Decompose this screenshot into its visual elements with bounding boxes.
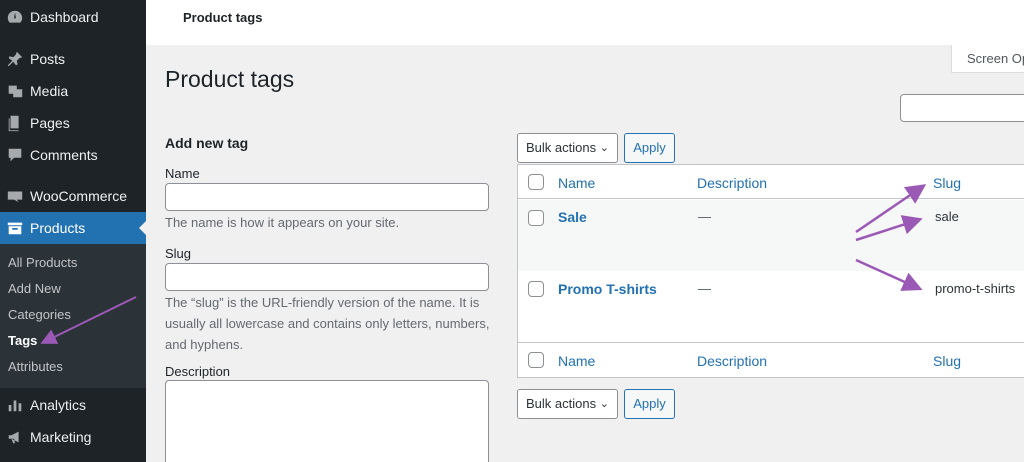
menu-label: Comments [30,147,98,163]
table-row: Promo T-shirts — promo-t-shirts [518,271,1024,343]
name-input[interactable] [165,183,489,211]
apply-button-bottom[interactable]: Apply [624,389,675,419]
menu-item-comments[interactable]: Comments [0,139,146,171]
add-tag-heading: Add new tag [165,135,249,151]
description-textarea[interactable] [165,380,489,462]
description-label: Description [165,364,231,379]
table-footer-row: Name Description Slug [518,344,1024,378]
tag-slug: sale [935,209,959,224]
bulk-actions-label: Bulk actions [526,140,597,155]
page-title: Product tags [165,66,295,92]
bulk-actions-label: Bulk actions [526,396,597,411]
megaphone-icon [0,428,30,446]
tag-description: — [698,209,711,224]
products-submenu: All Products Add New Categories Tags Att… [0,244,146,388]
name-label: Name [165,166,200,181]
tag-name-link[interactable]: Promo T-shirts [558,281,657,297]
menu-item-dashboard[interactable]: Dashboard [0,1,146,33]
bulk-actions-select-top[interactable]: Bulk actions ⌄ [517,133,618,163]
bulk-actions-select-bottom[interactable]: Bulk actions ⌄ [517,389,618,419]
tag-description: — [698,281,711,296]
menu-item-pages[interactable]: Pages [0,107,146,139]
pages-icon [0,114,30,132]
slug-input[interactable] [165,263,489,291]
menu-item-marketing[interactable]: Marketing [0,421,146,453]
apply-button-top[interactable]: Apply [624,133,675,163]
table-row: Sale — sale [518,200,1024,271]
column-header-description[interactable]: Description [697,175,767,191]
table-header-row: Name Description Slug [518,165,1024,199]
name-help-text: The name is how it appears on your site. [165,215,400,230]
menu-item-woocommerce[interactable]: WooCommerce [0,180,146,212]
dashboard-icon [0,8,30,26]
column-footer-description[interactable]: Description [697,353,767,369]
menu-label: Pages [30,115,70,131]
woocommerce-icon [0,187,30,205]
menu-label: Analytics [30,397,87,413]
menu-label: Dashboard [30,9,99,25]
menu-label: Posts [30,51,66,67]
menu-item-products[interactable]: Products [0,212,146,244]
top-bar: Product tags [146,0,1024,45]
slug-help-text: The “slug” is the URL-friendly version o… [165,295,490,352]
menu-label: WooCommerce [30,188,127,204]
slug-label: Slug [165,246,192,261]
media-icon [0,82,30,100]
row-checkbox[interactable] [528,281,544,297]
menu-label: Media [30,83,69,99]
menu-item-posts[interactable]: Posts [0,43,146,75]
submenu-add-new[interactable]: Add New [8,279,61,299]
row-checkbox[interactable] [528,210,544,226]
screen-options-button[interactable]: Screen Options [951,45,1024,73]
submenu-categories[interactable]: Categories [8,305,71,325]
tag-slug: promo-t-shirts [935,281,1016,296]
pin-icon [0,50,30,68]
menu-label: Products [30,220,86,236]
tags-table: Name Description Slug Sale — sale Promo … [517,164,1024,378]
menu-item-media[interactable]: Media [0,75,146,107]
column-header-name[interactable]: Name [558,175,595,191]
column-footer-slug[interactable]: Slug [933,353,961,369]
column-header-slug[interactable]: Slug [933,175,961,191]
select-all-checkbox[interactable] [528,174,544,190]
submenu-all-products[interactable]: All Products [8,253,77,273]
tag-name-link[interactable]: Sale [558,209,587,225]
select-all-checkbox-footer[interactable] [528,352,544,368]
analytics-icon [0,396,30,414]
products-icon [0,219,30,237]
submenu-attributes[interactable]: Attributes [8,357,63,377]
chevron-down-icon: ⌄ [599,398,609,410]
column-footer-name[interactable]: Name [558,353,595,369]
topbar-title: Product tags [183,10,263,25]
admin-sidebar: Dashboard Posts Media Pages Comments Woo… [0,0,146,462]
menu-item-analytics[interactable]: Analytics [0,389,146,421]
chevron-down-icon: ⌄ [599,142,609,154]
search-tags-input[interactable] [900,94,1024,122]
submenu-tags[interactable]: Tags [8,331,37,351]
comments-icon [0,146,30,164]
menu-label: Marketing [30,429,92,445]
